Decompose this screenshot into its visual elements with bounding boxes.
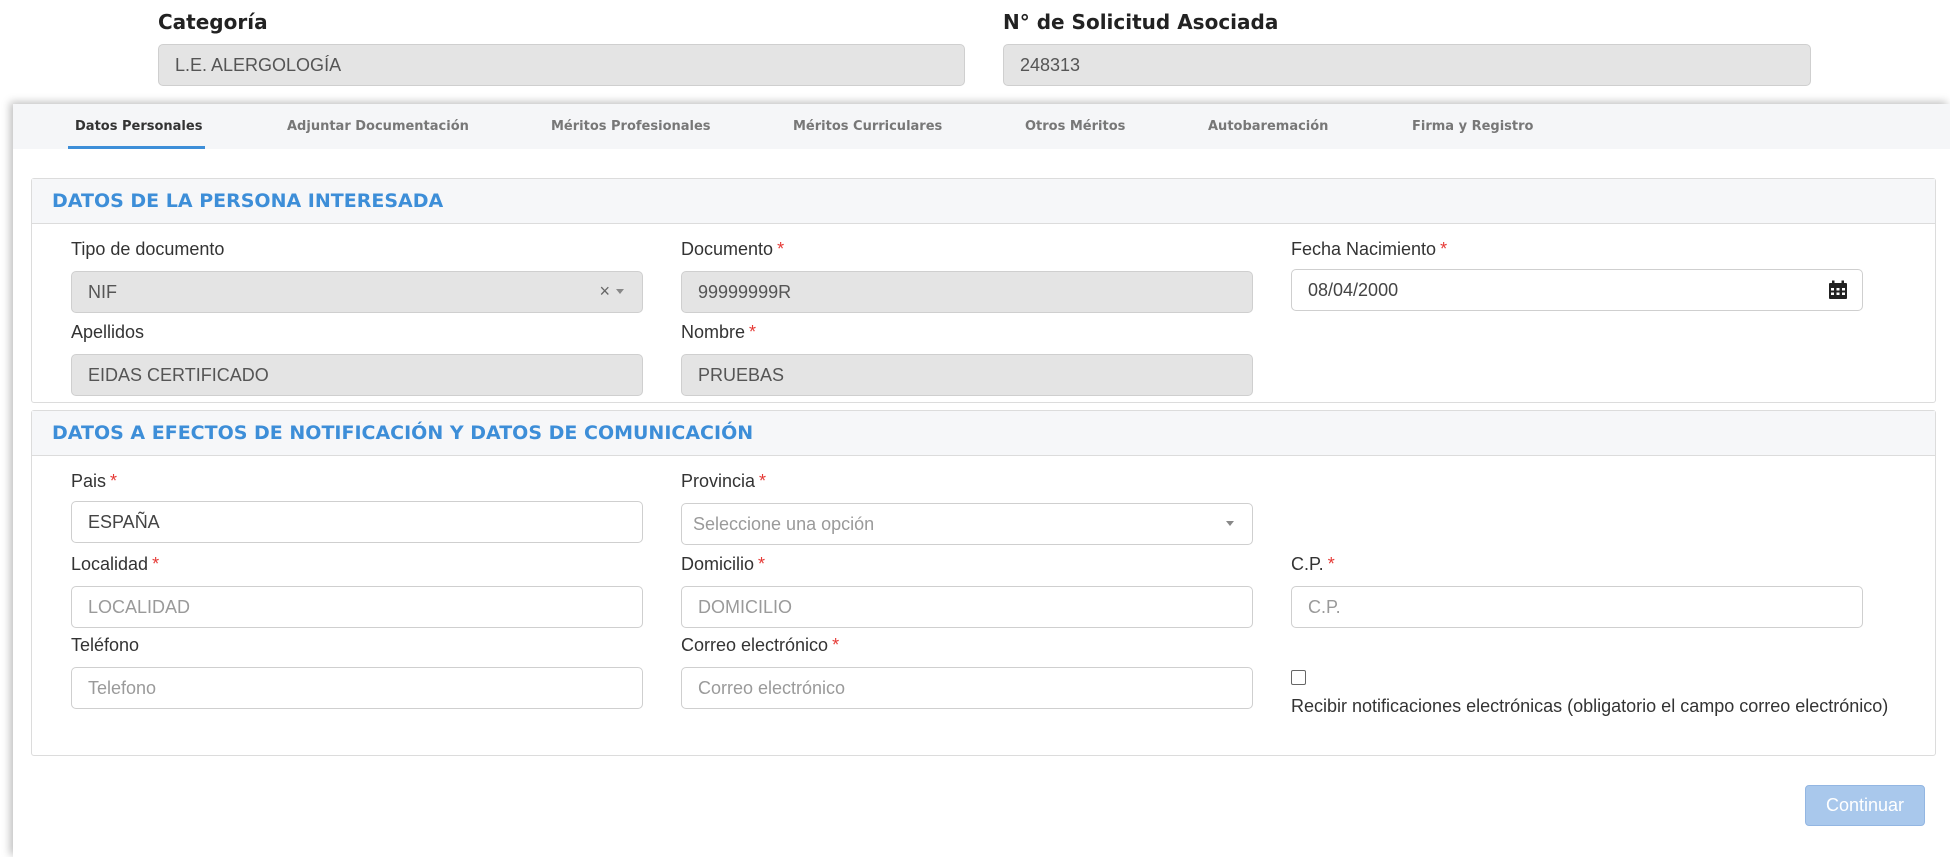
caret-down-icon[interactable] — [1226, 521, 1234, 526]
required-mark: * — [832, 635, 840, 655]
required-mark: * — [758, 554, 766, 574]
required-mark: * — [749, 322, 757, 342]
tab-meritos-curriculares[interactable]: Méritos Curriculares — [793, 104, 942, 149]
nombre-field: PRUEBAS — [681, 354, 1253, 396]
caret-down-icon[interactable] — [616, 289, 624, 294]
tipo-documento-select[interactable]: NIF × — [71, 271, 643, 313]
notificaciones-checkbox[interactable] — [1291, 670, 1306, 685]
apellidos-field: EIDAS CERTIFICADO — [71, 354, 643, 396]
telefono-label: Teléfono — [71, 635, 140, 655]
fecha-nacimiento-input[interactable]: 08/04/2000 — [1291, 269, 1863, 311]
tipo-documento-label: Tipo de documento — [71, 239, 225, 259]
section-title: DATOS DE LA PERSONA INTERESADA — [32, 179, 1935, 224]
categoria-input: L.E. ALERGOLOGÍA — [158, 44, 965, 86]
categoria-field: Categoría L.E. ALERGOLOGÍA — [158, 10, 965, 86]
solicitud-label: N° de Solicitud Asociada — [1003, 10, 1279, 34]
documento-label: Documento * — [681, 239, 785, 259]
clear-icon[interactable]: × — [599, 281, 610, 302]
documento-field: 99999999R — [681, 271, 1253, 313]
cp-label: C.P. * — [1291, 554, 1335, 574]
fecha-nacimiento-label: Fecha Nacimiento * — [1291, 239, 1448, 259]
solicitud-field: N° de Solicitud Asociada 248313 — [1003, 10, 1811, 86]
cp-input[interactable]: C.P. — [1291, 586, 1863, 628]
provincia-placeholder: Seleccione una opción — [693, 514, 875, 534]
domicilio-input[interactable]: DOMICILIO — [681, 586, 1253, 628]
required-mark: * — [152, 554, 160, 574]
nombre-label: Nombre * — [681, 322, 757, 342]
correo-input[interactable]: Correo electrónico — [681, 667, 1253, 709]
calendar-icon[interactable] — [1828, 280, 1848, 300]
required-mark: * — [1440, 239, 1448, 259]
provincia-label: Provincia * — [681, 471, 767, 491]
solicitud-input: 248313 — [1003, 44, 1811, 86]
required-mark: * — [1327, 554, 1335, 574]
fecha-nacimiento-value: 08/04/2000 — [1308, 280, 1399, 300]
apellidos-label: Apellidos — [71, 322, 145, 342]
localidad-label: Localidad * — [71, 554, 160, 574]
section-notificacion: DATOS A EFECTOS DE NOTIFICACIÓN Y DATOS … — [31, 410, 1936, 756]
notificaciones-label: Recibir notificaciones electrónicas (obl… — [1291, 696, 1889, 716]
required-mark: * — [777, 239, 785, 259]
categoria-label: Categoría — [158, 10, 268, 34]
tab-autobaremacion[interactable]: Autobaremación — [1208, 104, 1328, 149]
tab-meritos-profesionales[interactable]: Méritos Profesionales — [551, 104, 711, 149]
active-tab-indicator — [68, 146, 205, 149]
section-title: DATOS A EFECTOS DE NOTIFICACIÓN Y DATOS … — [32, 411, 1935, 456]
form-panel: Datos Personales Adjuntar Documentación … — [13, 104, 1950, 857]
correo-label: Correo electrónico * — [681, 635, 840, 655]
pais-input[interactable]: ESPAÑA — [71, 501, 643, 543]
tipo-documento-value: NIF — [88, 282, 117, 302]
required-mark: * — [759, 471, 767, 491]
tab-adjuntar-documentacion[interactable]: Adjuntar Documentación — [287, 104, 469, 149]
tab-datos-personales[interactable]: Datos Personales — [75, 104, 202, 149]
tab-firma-registro[interactable]: Firma y Registro — [1412, 104, 1533, 149]
tab-otros-meritos[interactable]: Otros Méritos — [1025, 104, 1125, 149]
localidad-input[interactable]: LOCALIDAD — [71, 586, 643, 628]
telefono-input[interactable]: Telefono — [71, 667, 643, 709]
tab-bar: Datos Personales Adjuntar Documentación … — [13, 104, 1950, 149]
continue-button[interactable]: Continuar — [1805, 785, 1925, 826]
domicilio-label: Domicilio * — [681, 554, 766, 574]
pais-label: Pais * — [71, 471, 118, 491]
provincia-select[interactable]: Seleccione una opción — [681, 503, 1253, 545]
required-mark: * — [110, 471, 118, 491]
section-persona-interesada: DATOS DE LA PERSONA INTERESADA Tipo de d… — [31, 178, 1936, 403]
